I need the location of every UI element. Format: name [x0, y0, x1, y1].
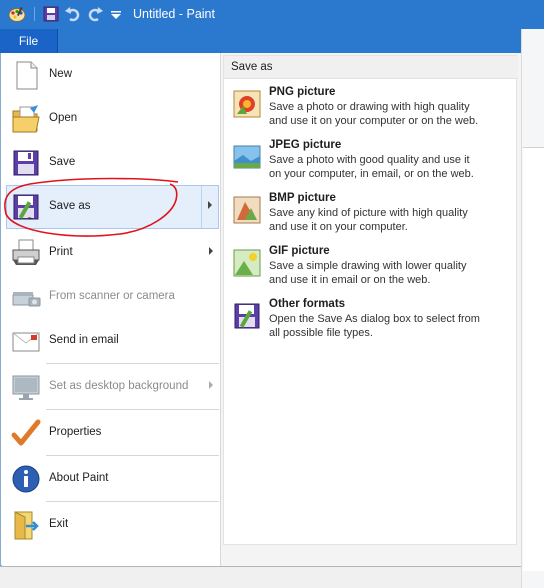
save-as-panel-header: Save as: [224, 56, 518, 79]
menu-item-label: Save as: [49, 200, 91, 212]
menu-item-label: Print: [49, 246, 73, 258]
menu-divider: [46, 363, 219, 364]
save-as-option-jpeg[interactable]: JPEG picture Save a photo with good qual…: [224, 137, 518, 189]
menu-item-label: Set as desktop background: [49, 380, 189, 392]
option-description: Save a simple drawing with lower quality…: [269, 260, 467, 286]
file-menu: New Open Save Save as Print From scanner…: [0, 53, 521, 566]
menu-divider: [46, 409, 219, 410]
menu-item-print[interactable]: Print: [6, 231, 219, 275]
gif-file-icon: [233, 249, 261, 277]
save-as-panel-inner: Save as PNG picture Save a photo or draw…: [223, 55, 518, 545]
window-title: Untitled - Paint: [133, 7, 215, 21]
option-description: Save any kind of picture with high quali…: [269, 207, 468, 233]
save-as-option-png[interactable]: PNG picture Save a photo or drawing with…: [224, 84, 518, 136]
title-bar: Untitled - Paint: [0, 0, 544, 29]
exit-icon: [14, 511, 39, 540]
png-file-icon: [233, 90, 261, 118]
bmp-file-icon: [233, 196, 261, 224]
menu-item-send-email[interactable]: Send in email: [6, 319, 219, 363]
file-menu-commands: New Open Save Save as Print From scanner…: [2, 53, 220, 566]
menu-item-label: Properties: [49, 426, 102, 438]
option-description: Open the Save As dialog box to select fr…: [269, 313, 480, 339]
menu-item-exit[interactable]: Exit: [6, 503, 219, 547]
option-title: PNG picture: [269, 86, 336, 98]
submenu-arrow-icon[interactable]: [208, 201, 212, 209]
menu-item-save-as[interactable]: Save as: [6, 185, 219, 229]
menu-item-label: Send in email: [49, 334, 119, 346]
menu-item-about-paint[interactable]: About Paint: [6, 457, 219, 501]
submenu-arrow-icon[interactable]: [209, 381, 213, 389]
menu-item-save[interactable]: Save: [6, 141, 219, 185]
option-description: Save a photo or drawing with high qualit…: [269, 101, 479, 127]
scanner-icon: [12, 292, 41, 307]
titlebar-separator: [34, 7, 35, 21]
menu-item-properties[interactable]: Properties: [6, 411, 219, 455]
option-title: JPEG picture: [269, 139, 342, 151]
menu-divider: [46, 501, 219, 502]
file-tab[interactable]: File: [0, 29, 58, 53]
undo-icon[interactable]: [64, 5, 82, 23]
menu-divider: [46, 455, 219, 456]
customize-dropdown-icon[interactable]: [107, 5, 125, 23]
desktop-icon: [12, 375, 40, 400]
save-as-panel: Save as PNG picture Save a photo or draw…: [221, 53, 521, 566]
info-icon: [12, 465, 40, 493]
menu-item-label: Exit: [49, 518, 69, 530]
status-bar: [0, 566, 521, 588]
open-folder-icon: [12, 105, 40, 133]
save-disk-icon: [13, 150, 39, 176]
menu-item-label: About Paint: [49, 472, 109, 484]
menu-item-label: New: [49, 68, 73, 80]
submenu-split: [201, 186, 202, 228]
save-as-option-bmp[interactable]: BMP picture Save any kind of picture wit…: [224, 190, 518, 242]
save-icon[interactable]: [42, 5, 60, 23]
save-as-option-other-formats[interactable]: Other formats Open the Save As dialog bo…: [224, 296, 518, 348]
checkmark-icon: [11, 419, 41, 446]
menu-item-open[interactable]: Open: [6, 97, 219, 141]
email-icon: [12, 332, 40, 352]
menu-item-new[interactable]: New: [6, 53, 219, 97]
paint-app-icon[interactable]: [8, 5, 26, 23]
menu-item-label: Save: [49, 156, 76, 168]
new-document-icon: [16, 61, 38, 90]
option-title: GIF picture: [269, 245, 330, 257]
option-title: BMP picture: [269, 192, 336, 204]
jpeg-file-icon: [233, 145, 261, 169]
menu-item-label: Open: [49, 112, 78, 124]
ribbon-tab-strip: [58, 29, 544, 53]
option-description: Save a photo with good quality and use i…: [269, 154, 474, 180]
canvas[interactable]: [523, 147, 544, 571]
redo-icon[interactable]: [86, 5, 104, 23]
submenu-arrow-icon[interactable]: [209, 247, 213, 255]
menu-item-from-scanner[interactable]: From scanner or camera: [6, 275, 219, 319]
other-formats-icon: [234, 303, 260, 329]
paint-canvas-area: [521, 29, 544, 588]
save-as-option-gif[interactable]: GIF picture Save a simple drawing with l…: [224, 243, 518, 295]
printer-icon: [12, 239, 40, 265]
menu-item-label: From scanner or camera: [49, 290, 175, 302]
save-as-icon: [13, 194, 39, 220]
option-title: Other formats: [269, 298, 346, 310]
menu-item-set-desktop-background[interactable]: Set as desktop background: [6, 365, 219, 409]
